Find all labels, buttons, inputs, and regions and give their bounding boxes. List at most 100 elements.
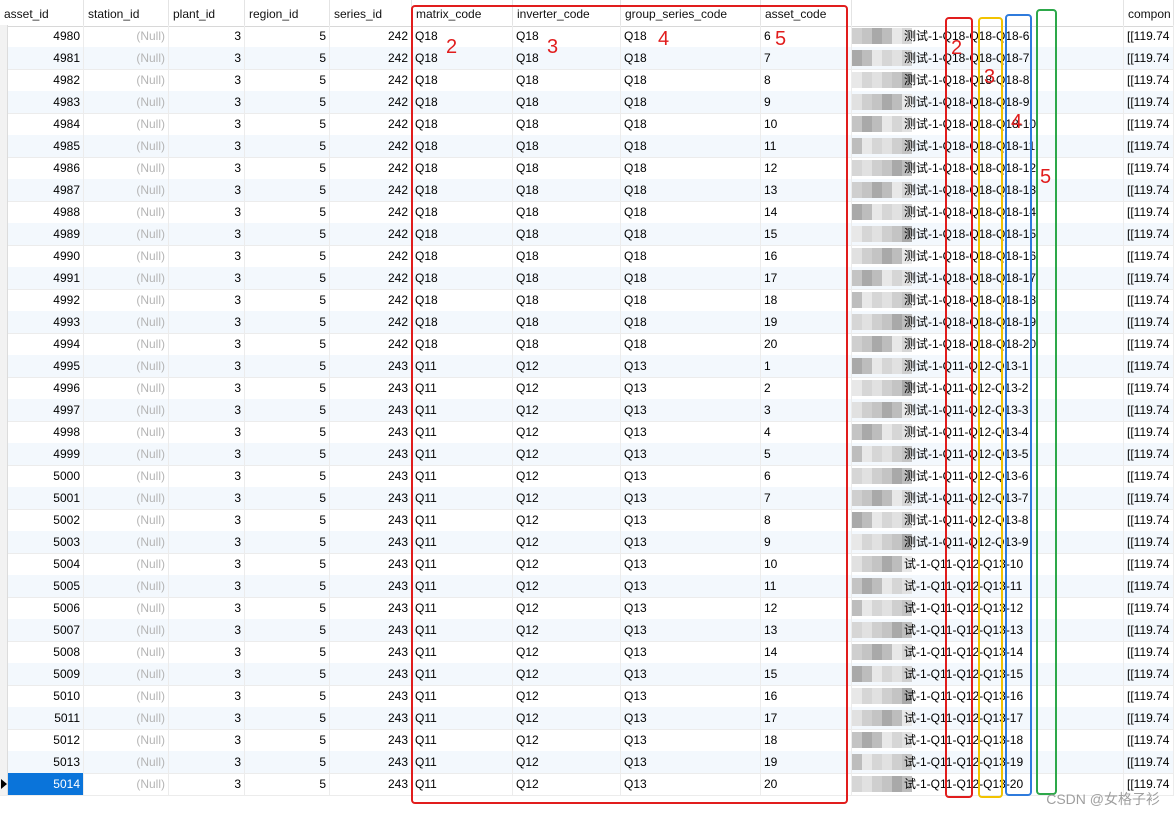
cell-component[interactable]: [[119.74 (1124, 597, 1174, 619)
cell-plant-id[interactable]: 3 (169, 135, 245, 157)
row-indicator[interactable] (0, 289, 8, 311)
cell-plant-id[interactable]: 3 (169, 443, 245, 465)
cell-series-id[interactable]: 243 (330, 729, 412, 751)
cell-region-id[interactable]: 5 (245, 685, 330, 707)
row-indicator[interactable] (0, 553, 8, 575)
cell-region-id[interactable]: 5 (245, 575, 330, 597)
cell-component[interactable]: [[119.74 (1124, 663, 1174, 685)
cell-component[interactable]: [[119.74 (1124, 69, 1174, 91)
row-indicator[interactable] (0, 91, 8, 113)
cell-region-id[interactable]: 5 (245, 289, 330, 311)
cell-component[interactable]: [[119.74 (1124, 553, 1174, 575)
cell-station-id[interactable]: (Null) (84, 91, 169, 113)
cell-plant-id[interactable]: 3 (169, 597, 245, 619)
cell-series-id[interactable]: 242 (330, 47, 412, 69)
cell-region-id[interactable]: 5 (245, 333, 330, 355)
cell-region-id[interactable]: 5 (245, 421, 330, 443)
row-indicator[interactable] (0, 729, 8, 751)
cell-asset-id[interactable]: 4990 (8, 245, 84, 267)
cell-asset-id[interactable]: 4982 (8, 69, 84, 91)
cell-plant-id[interactable]: 3 (169, 377, 245, 399)
cell-region-id[interactable]: 5 (245, 135, 330, 157)
cell-series-id[interactable]: 242 (330, 113, 412, 135)
cell-series-id[interactable]: 243 (330, 487, 412, 509)
cell-region-id[interactable]: 5 (245, 377, 330, 399)
row-indicator[interactable] (0, 685, 8, 707)
cell-asset-id[interactable]: 4985 (8, 135, 84, 157)
cell-component[interactable]: [[119.74 (1124, 333, 1174, 355)
cell-plant-id[interactable]: 3 (169, 707, 245, 729)
cell-station-id[interactable]: (Null) (84, 223, 169, 245)
row-indicator[interactable] (0, 619, 8, 641)
cell-station-id[interactable]: (Null) (84, 443, 169, 465)
row-indicator[interactable] (0, 751, 8, 773)
cell-region-id[interactable]: 5 (245, 311, 330, 333)
row-indicator[interactable] (0, 575, 8, 597)
cell-component[interactable]: [[119.74 (1124, 443, 1174, 465)
cell-series-id[interactable]: 242 (330, 157, 412, 179)
cell-component[interactable]: [[119.74 (1124, 399, 1174, 421)
cell-component[interactable]: [[119.74 (1124, 575, 1174, 597)
cell-plant-id[interactable]: 3 (169, 685, 245, 707)
cell-series-id[interactable]: 243 (330, 575, 412, 597)
column-header-component[interactable]: compon (1124, 0, 1174, 26)
cell-series-id[interactable]: 243 (330, 531, 412, 553)
column-header-station-id[interactable]: station_id (84, 0, 169, 26)
cell-plant-id[interactable]: 3 (169, 509, 245, 531)
cell-station-id[interactable]: (Null) (84, 421, 169, 443)
cell-asset-id[interactable]: 5000 (8, 465, 84, 487)
cell-series-id[interactable]: 243 (330, 509, 412, 531)
cell-series-id[interactable]: 243 (330, 597, 412, 619)
cell-series-id[interactable]: 243 (330, 553, 412, 575)
cell-station-id[interactable]: (Null) (84, 641, 169, 663)
cell-component[interactable]: [[119.74 (1124, 509, 1174, 531)
cell-asset-id[interactable]: 5014 (8, 773, 84, 795)
cell-asset-id[interactable]: 4988 (8, 201, 84, 223)
cell-asset-id[interactable]: 4996 (8, 377, 84, 399)
cell-station-id[interactable]: (Null) (84, 179, 169, 201)
cell-component[interactable]: [[119.74 (1124, 267, 1174, 289)
cell-station-id[interactable]: (Null) (84, 399, 169, 421)
cell-asset-id[interactable]: 4993 (8, 311, 84, 333)
cell-station-id[interactable]: (Null) (84, 729, 169, 751)
cell-series-id[interactable]: 242 (330, 201, 412, 223)
cell-region-id[interactable]: 5 (245, 531, 330, 553)
row-indicator[interactable] (0, 25, 8, 47)
cell-station-id[interactable]: (Null) (84, 25, 169, 47)
cell-asset-id[interactable]: 4983 (8, 91, 84, 113)
cell-plant-id[interactable]: 3 (169, 663, 245, 685)
cell-plant-id[interactable]: 3 (169, 157, 245, 179)
cell-component[interactable]: [[119.74 (1124, 531, 1174, 553)
cell-component[interactable]: [[119.74 (1124, 245, 1174, 267)
cell-station-id[interactable]: (Null) (84, 509, 169, 531)
cell-plant-id[interactable]: 3 (169, 113, 245, 135)
cell-station-id[interactable]: (Null) (84, 619, 169, 641)
cell-plant-id[interactable]: 3 (169, 399, 245, 421)
cell-station-id[interactable]: (Null) (84, 267, 169, 289)
cell-station-id[interactable]: (Null) (84, 531, 169, 553)
cell-region-id[interactable]: 5 (245, 597, 330, 619)
row-indicator[interactable] (0, 641, 8, 663)
row-indicator[interactable] (0, 223, 8, 245)
cell-series-id[interactable]: 243 (330, 465, 412, 487)
cell-station-id[interactable]: (Null) (84, 377, 169, 399)
cell-component[interactable]: [[119.74 (1124, 179, 1174, 201)
cell-asset-id[interactable]: 4981 (8, 47, 84, 69)
row-indicator[interactable] (0, 531, 8, 553)
cell-series-id[interactable]: 242 (330, 333, 412, 355)
cell-region-id[interactable]: 5 (245, 773, 330, 795)
cell-plant-id[interactable]: 3 (169, 575, 245, 597)
cell-asset-id[interactable]: 5004 (8, 553, 84, 575)
cell-asset-id[interactable]: 4995 (8, 355, 84, 377)
cell-component[interactable]: [[119.74 (1124, 685, 1174, 707)
row-indicator[interactable] (0, 267, 8, 289)
cell-plant-id[interactable]: 3 (169, 751, 245, 773)
row-indicator[interactable] (0, 421, 8, 443)
cell-region-id[interactable]: 5 (245, 223, 330, 245)
cell-region-id[interactable]: 5 (245, 509, 330, 531)
cell-asset-id[interactable]: 5013 (8, 751, 84, 773)
row-indicator[interactable] (0, 597, 8, 619)
row-indicator[interactable] (0, 113, 8, 135)
cell-asset-id[interactable]: 4994 (8, 333, 84, 355)
cell-station-id[interactable]: (Null) (84, 487, 169, 509)
